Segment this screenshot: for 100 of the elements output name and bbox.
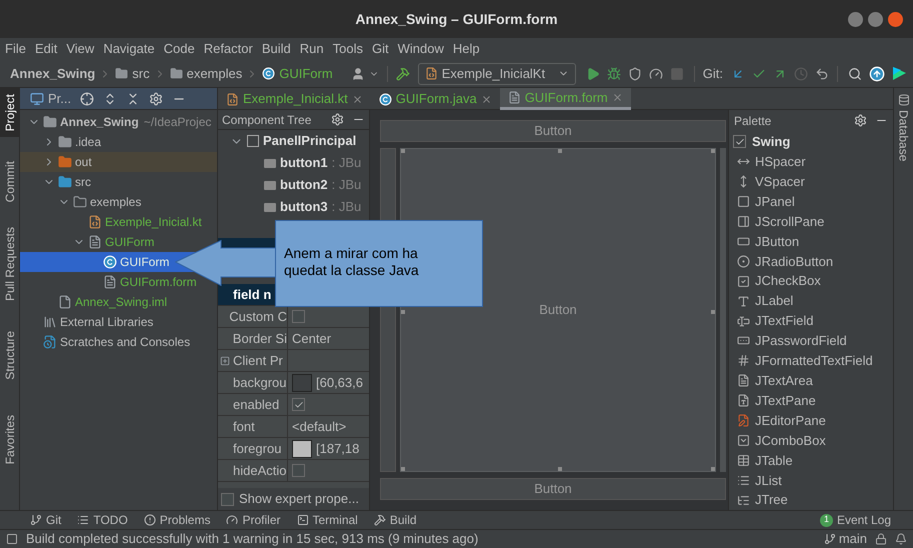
side-tab[interactable]: Structure bbox=[0, 324, 20, 386]
bell-icon[interactable] bbox=[895, 533, 907, 545]
bug-icon[interactable] bbox=[606, 66, 621, 80]
checkbox[interactable] bbox=[733, 135, 746, 148]
close-icon[interactable] bbox=[480, 94, 492, 104]
palette-item[interactable]: JPasswordField bbox=[729, 330, 893, 351]
hammer-icon[interactable] bbox=[396, 66, 410, 80]
search-icon[interactable] bbox=[848, 66, 862, 80]
palette-item[interactable]: JEditorPane bbox=[729, 410, 893, 430]
lock-icon[interactable] bbox=[875, 533, 887, 545]
palette-item[interactable]: JTextArea bbox=[729, 370, 893, 391]
tree-item[interactable]: Exemple_Inicial.kt bbox=[20, 212, 217, 232]
menu-item[interactable]: Window bbox=[398, 39, 444, 59]
editor-tab[interactable]: Exemple_Inicial.kt bbox=[218, 88, 371, 110]
tree-item[interactable]: exemples bbox=[20, 192, 217, 212]
palette-item[interactable]: JTree bbox=[729, 490, 893, 510]
palette-item[interactable]: JButton bbox=[729, 231, 893, 252]
user-icon[interactable] bbox=[350, 66, 365, 80]
menu-item[interactable]: Refactor bbox=[204, 39, 253, 59]
side-tab[interactable]: Favorites bbox=[0, 409, 20, 471]
palette-item[interactable]: HSpacer bbox=[729, 152, 893, 172]
palette-item[interactable]: JScrollPane bbox=[729, 212, 893, 232]
editor-tab[interactable]: GUIForm.java bbox=[370, 88, 500, 110]
tree-item[interactable]: src bbox=[20, 172, 217, 192]
tree-item[interactable]: Annex_Swing.iml bbox=[20, 292, 217, 312]
property-row[interactable]: Client Pr bbox=[218, 350, 369, 372]
tool-window-button[interactable]: Build bbox=[374, 511, 417, 529]
square-icon[interactable] bbox=[6, 533, 18, 545]
color-swatch[interactable] bbox=[292, 374, 312, 392]
tree-item[interactable]: out bbox=[20, 152, 217, 172]
palette-item[interactable]: JLabel bbox=[729, 291, 893, 312]
menu-item[interactable]: Edit bbox=[34, 39, 58, 59]
tool-window-button[interactable]: TODO bbox=[77, 511, 128, 529]
menu-item[interactable]: View bbox=[66, 39, 94, 59]
expand-icon[interactable] bbox=[220, 356, 230, 366]
tool-window-button[interactable]: Terminal bbox=[296, 511, 358, 529]
property-row[interactable]: hideActio bbox=[218, 460, 369, 482]
shield-icon[interactable] bbox=[628, 66, 642, 80]
settings-icon[interactable] bbox=[149, 92, 164, 106]
checkbox[interactable] bbox=[292, 398, 305, 411]
property-row[interactable]: foregrou [187,18 bbox=[218, 438, 369, 460]
undo-icon[interactable] bbox=[815, 66, 829, 80]
editor-tab[interactable]: GUIForm.form bbox=[500, 88, 631, 110]
arrow-up-circle-icon[interactable] bbox=[869, 66, 885, 82]
play-icon[interactable] bbox=[586, 66, 600, 80]
palette-item[interactable]: JTextPane bbox=[729, 390, 893, 411]
gauge-icon[interactable] bbox=[648, 66, 663, 80]
breadcrumb-item[interactable]: src bbox=[132, 64, 150, 84]
menu-item[interactable]: Build bbox=[262, 39, 291, 59]
maximize-button[interactable] bbox=[868, 12, 883, 27]
palette-item[interactable]: JTextField bbox=[729, 311, 893, 331]
tree-item[interactable]: button1 : JBu bbox=[218, 152, 369, 174]
tree-item[interactable]: .idea bbox=[20, 132, 217, 152]
tree-item[interactable]: Scratches and Consoles bbox=[20, 332, 217, 352]
palette-item[interactable]: VSpacer bbox=[729, 172, 893, 192]
palette-item[interactable]: JComboBox bbox=[729, 430, 893, 450]
minimize-button[interactable] bbox=[848, 12, 863, 27]
menu-item[interactable]: Run bbox=[300, 39, 324, 59]
view-dropdown[interactable]: Pr... bbox=[48, 88, 72, 108]
palette-item[interactable]: JRadioButton bbox=[729, 251, 893, 272]
side-tab[interactable]: Database bbox=[894, 94, 912, 162]
form-button[interactable]: Button bbox=[380, 120, 726, 142]
tool-window-button[interactable]: Git bbox=[30, 511, 62, 529]
close-icon[interactable] bbox=[612, 92, 623, 103]
tree-item[interactable]: button2 : JBu bbox=[218, 174, 369, 196]
run-config-dropdown[interactable]: Exemple_InicialKt bbox=[418, 62, 576, 84]
menu-item[interactable]: File bbox=[5, 39, 26, 59]
property-row[interactable]: font <default> bbox=[218, 416, 369, 438]
tool-window-button[interactable]: Profiler bbox=[226, 511, 280, 529]
close-icon[interactable] bbox=[352, 94, 363, 104]
color-swatch[interactable] bbox=[292, 440, 312, 458]
tree-item[interactable]: External Libraries bbox=[20, 312, 217, 332]
menu-item[interactable]: Git bbox=[372, 39, 389, 59]
menu-item[interactable]: Code bbox=[164, 39, 195, 59]
app-logo-icon[interactable] bbox=[892, 66, 907, 81]
crosshair-icon[interactable] bbox=[80, 92, 94, 106]
side-tab[interactable]: Pull Requests bbox=[0, 220, 20, 307]
tool-window-button[interactable]: Problems bbox=[144, 511, 210, 529]
palette-item[interactable]: JCheckBox bbox=[729, 271, 893, 292]
menu-item[interactable]: Help bbox=[452, 39, 480, 59]
breadcrumb-item[interactable]: Annex_Swing bbox=[10, 64, 96, 84]
menu-item[interactable]: Navigate bbox=[103, 39, 155, 59]
settings-icon[interactable] bbox=[331, 113, 344, 126]
palette-item[interactable]: JTable bbox=[729, 450, 893, 470]
breadcrumb-item[interactable]: exemples bbox=[186, 64, 242, 84]
side-tab[interactable]: Project bbox=[0, 88, 20, 138]
branch-button[interactable]: main bbox=[824, 529, 867, 548]
palette-item[interactable]: JPanel bbox=[729, 192, 893, 212]
palette-item[interactable]: JFormattedTextField bbox=[729, 350, 893, 371]
checkbox[interactable] bbox=[292, 464, 305, 477]
palette-item[interactable]: JList bbox=[729, 470, 893, 490]
tree-item[interactable]: GUIForm bbox=[20, 232, 217, 252]
side-tab[interactable]: Commit bbox=[0, 155, 20, 209]
checkbox[interactable] bbox=[292, 310, 305, 323]
event-log-button[interactable]: 1 Event Log bbox=[820, 511, 891, 529]
form-button[interactable]: Button bbox=[380, 478, 726, 500]
close-button[interactable] bbox=[888, 12, 903, 27]
tree-item[interactable]: Annex_Swing ~/IdeaProjec bbox=[20, 112, 217, 132]
menu-item[interactable]: Tools bbox=[332, 39, 363, 59]
property-row[interactable]: enabled bbox=[218, 394, 369, 416]
